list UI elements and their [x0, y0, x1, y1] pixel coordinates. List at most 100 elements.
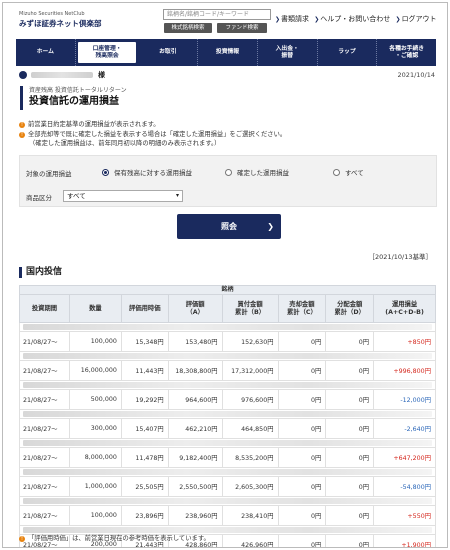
- nav-wrap[interactable]: ラップ: [318, 39, 378, 66]
- footnote-text: 「評価用時価」は、前営業日現在の参考時価を表示しています。: [28, 535, 210, 542]
- table-row: 21/08/27〜 1,000,000 25,505円 2,550,500円 2,605…: [19, 476, 436, 497]
- submit-button[interactable]: 照会 ❯: [177, 214, 281, 239]
- nav-account[interactable]: 口座管理・ 残高照会: [77, 42, 137, 63]
- fund-search-button[interactable]: ファンド検索: [217, 23, 267, 33]
- redacted-bar: [23, 469, 432, 475]
- table-row: 21/08/27〜 300,000 15,407円 462,210円 464,850円 0…: [19, 418, 436, 439]
- fund-name-row: [19, 322, 436, 332]
- fund-name-row: [19, 496, 436, 506]
- link-help[interactable]: ヘルプ・お問い合わせ: [320, 15, 390, 23]
- notes: ! 前営業日約定基準の運用損益が表示されます。 ! 全部売却等で既に確定した損益を表…: [19, 120, 439, 149]
- user-icon: [19, 71, 27, 79]
- nav-deposit-label: 入出金・ 振替: [275, 45, 299, 59]
- table-row: 21/08/27〜 8,000,000 11,478円 9,182,400円 8,535…: [19, 447, 436, 468]
- radio-holding[interactable]: 保有残高に対する運用損益: [102, 167, 192, 177]
- table-group-header: 銘柄: [19, 285, 436, 295]
- category-label: 商品区分: [26, 194, 52, 202]
- nav-info[interactable]: 投資情報: [198, 39, 258, 66]
- cell-price: 11,443円: [120, 360, 169, 381]
- chevron-right-icon: ❯: [314, 16, 320, 23]
- table-row: 21/08/27〜 100,000 23,896円 238,960円 238,410円 0…: [19, 505, 436, 526]
- cell-period: 21/08/27〜: [19, 389, 70, 410]
- cell-price: 15,348円: [120, 331, 169, 352]
- cell-sell: 0円: [277, 505, 327, 526]
- note-3: （確定した運用損益は、前年同月初以降の明細のみ表示されます。）: [29, 140, 221, 147]
- cell-pl: +647,200円: [373, 447, 436, 468]
- col-sell-total: 売却金額 累計（C）: [277, 294, 327, 323]
- fund-name-redacted: [19, 409, 436, 419]
- col-price: 評価用時価: [120, 294, 169, 323]
- cell-buy: 8,535,200円: [221, 447, 279, 468]
- note-1-text: 前営業日約定基準の運用損益が表示されます。: [28, 121, 160, 128]
- nav-deposit[interactable]: 入出金・ 振替: [258, 39, 318, 66]
- fund-name-redacted: [19, 496, 436, 506]
- fund-name-row: [19, 380, 436, 390]
- cell-price: 25,505円: [120, 476, 169, 497]
- cell-qty: 300,000: [68, 418, 122, 439]
- cell-val: 9,182,400円: [167, 447, 223, 468]
- category-select[interactable]: すべて ▾: [63, 190, 183, 202]
- fund-name-row: [19, 467, 436, 477]
- nav-procedures[interactable]: 各種お手続き ・ご確認: [377, 39, 436, 66]
- base-date: ［2021/10/13基準］: [368, 253, 432, 261]
- table-row: 21/08/27〜 16,000,000 11,443円 18,308,800円 17,…: [19, 360, 436, 381]
- cell-dist: 0円: [325, 389, 375, 410]
- stock-search-button[interactable]: 株式銘柄検索: [164, 23, 212, 33]
- cell-qty: 100,000: [68, 505, 122, 526]
- link-document-request[interactable]: 書類請求: [281, 15, 309, 23]
- redacted-bar: [23, 353, 432, 359]
- target-label: 対象の運用損益: [26, 170, 72, 178]
- cell-period: 21/08/27〜: [19, 505, 70, 526]
- table-row: 21/08/27〜 500,000 19,292円 964,600円 976,600円 0…: [19, 389, 436, 410]
- cell-price: 15,407円: [120, 418, 169, 439]
- cell-dist: 0円: [325, 447, 375, 468]
- redacted-bar: [23, 411, 432, 417]
- chevron-down-icon: ▾: [175, 192, 179, 199]
- cell-dist: 0円: [325, 476, 375, 497]
- cell-pl: -12,000円: [373, 389, 436, 410]
- search-input[interactable]: 銘柄名/銘柄コード/キーワード: [163, 9, 271, 20]
- cell-buy: 976,600円: [221, 389, 279, 410]
- cell-period: 21/08/27〜: [19, 360, 70, 381]
- cell-price: 23,896円: [120, 505, 169, 526]
- fund-name-row: [19, 438, 436, 448]
- user-row: 様 2021/10/14: [16, 70, 436, 82]
- logo[interactable]: Mizuho Securities NetClub みずほ証券ネット倶楽部: [19, 11, 102, 29]
- col-buy-total: 買付金額 累計（B）: [221, 294, 279, 323]
- nav-home[interactable]: ホーム: [16, 39, 76, 66]
- filter-panel: 対象の運用損益 保有残高に対する運用損益 確定した運用損益 すべて 商品区分 す…: [19, 155, 437, 207]
- nav-trade[interactable]: お取引: [138, 39, 199, 66]
- radio-all[interactable]: すべて: [333, 167, 364, 177]
- radio-all-label: すべて: [345, 169, 364, 177]
- cell-price: 19,292円: [120, 389, 169, 410]
- nav-account-label: 口座管理・ 残高照会: [92, 45, 122, 59]
- cell-buy: 464,850円: [221, 418, 279, 439]
- col-dist-total: 分配金額 累計（D）: [325, 294, 375, 323]
- submit-label: 照会: [221, 222, 237, 231]
- radio-icon: [333, 168, 340, 176]
- logo-jp: みずほ証券ネット倶楽部: [19, 19, 102, 28]
- link-logout[interactable]: ログアウト: [402, 15, 437, 23]
- nav-info-label: 投資情報: [215, 49, 240, 55]
- cell-qty: 16,000,000: [68, 360, 122, 381]
- cell-val: 153,480円: [167, 331, 223, 352]
- nav-home-label: ホーム: [36, 49, 54, 55]
- breadcrumb: 資産残高 投資信託トータルリターン: [29, 87, 127, 94]
- fund-name-redacted: [19, 322, 436, 332]
- col-period: 投資期間: [19, 294, 70, 323]
- cell-sell: 0円: [277, 447, 327, 468]
- page-title: 投資信託の運用損益: [29, 96, 119, 107]
- fund-name-redacted: [19, 351, 436, 361]
- nav-procedures-label: 各種お手続き ・ご確認: [389, 45, 425, 59]
- cell-qty: 8,000,000: [68, 447, 122, 468]
- cell-dist: 0円: [325, 418, 375, 439]
- cell-sell: 0円: [277, 331, 327, 352]
- table-row: 21/08/27〜 100,000 15,348円 153,480円 152,630円 0…: [19, 331, 436, 352]
- cell-qty: 500,000: [68, 389, 122, 410]
- cell-val: 238,960円: [167, 505, 223, 526]
- cell-buy: 2,605,300円: [221, 476, 279, 497]
- table-body: 21/08/27〜 100,000 15,348円 153,480円 152,630円 0…: [19, 322, 436, 547]
- holdings-table: 銘柄 投資期間 数量 評価用時価 評価額 （A） 買付金額 累計（B） 売却金額 累計…: [19, 285, 436, 547]
- radio-realized[interactable]: 確定した運用損益: [225, 167, 289, 177]
- fund-name-row: [19, 351, 436, 361]
